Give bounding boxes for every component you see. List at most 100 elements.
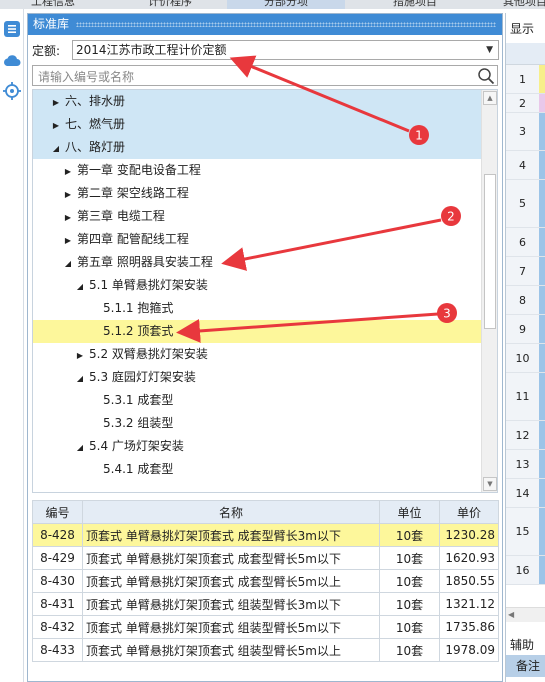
col-header-code[interactable]: 编号: [32, 500, 83, 524]
row-number[interactable]: 1: [506, 65, 539, 94]
row-number[interactable]: 16: [506, 556, 539, 585]
row-number[interactable]: 8: [506, 286, 539, 315]
row-cell[interactable]: [539, 94, 545, 113]
tab-sub-items[interactable]: 分部分项: [227, 0, 345, 9]
row-number[interactable]: 7: [506, 257, 539, 286]
quota-select[interactable]: 2014江苏市政工程计价定额 ▼: [72, 40, 499, 60]
tree-node[interactable]: ◢ 5.3 庭园灯灯架安装: [33, 366, 482, 389]
scroll-thumb[interactable]: [484, 174, 496, 329]
scroll-down-icon[interactable]: ▼: [483, 477, 497, 491]
scroll-up-icon[interactable]: ▲: [483, 91, 497, 105]
expand-arrow-icon[interactable]: ▶: [63, 206, 73, 229]
tree-node[interactable]: ▶ 第二章 架空线路工程: [33, 182, 482, 205]
tree-node[interactable]: ◢ 八、路灯册: [33, 136, 482, 159]
row-number[interactable]: 10: [506, 344, 539, 373]
cell-price: 1321.12: [439, 592, 499, 616]
row-cell[interactable]: [539, 257, 545, 286]
note-tab[interactable]: 备注: [506, 655, 545, 677]
tree-node[interactable]: 5.1.1 抱箍式: [33, 297, 482, 320]
row-number[interactable]: 13: [506, 450, 539, 479]
table-row[interactable]: 8-432 顶套式 单臂悬挑灯架顶套式 组装型臂长5m以下 10套 1735.86: [32, 615, 499, 639]
row-number[interactable]: 2: [506, 94, 539, 113]
aux-label[interactable]: 辅助: [510, 636, 534, 653]
tree-node[interactable]: 5.3.1 成套型: [33, 389, 482, 412]
row-number[interactable]: 6: [506, 228, 539, 257]
row-cell[interactable]: [539, 151, 545, 180]
tree-node[interactable]: 5.1.2 顶套式: [33, 320, 482, 343]
tree-node[interactable]: ◢ 第五章 照明器具安装工程: [33, 251, 482, 274]
locate-icon[interactable]: [2, 81, 21, 100]
tree-scrollbar[interactable]: ▲ ▼: [481, 90, 497, 492]
row-number[interactable]: 15: [506, 508, 539, 556]
col-header-price[interactable]: 单价: [439, 500, 499, 524]
expand-arrow-icon[interactable]: ▶: [51, 114, 61, 137]
collapse-arrow-icon[interactable]: ◢: [75, 367, 85, 390]
table-row[interactable]: 8-431 顶套式 单臂悬挑灯架顶套式 组装型臂长3m以下 10套 1321.12: [32, 592, 499, 616]
table-row[interactable]: 8-433 顶套式 单臂悬挑灯架顶套式 组装型臂长5m以上 10套 1978.09: [32, 638, 499, 662]
col-header-name[interactable]: 名称: [82, 500, 380, 524]
expand-arrow-icon[interactable]: ▶: [63, 229, 73, 252]
row-number[interactable]: 4: [506, 151, 539, 180]
tab-project-info[interactable]: 工程信息: [18, 0, 88, 9]
row-number[interactable]: 14: [506, 479, 539, 508]
grid-header: [506, 43, 545, 65]
row-number[interactable]: 5: [506, 180, 539, 228]
cell-unit: 10套: [379, 523, 440, 547]
row-number[interactable]: 12: [506, 421, 539, 450]
row-number[interactable]: 3: [506, 113, 539, 151]
row-number[interactable]: 9: [506, 315, 539, 344]
row-cell[interactable]: [539, 180, 545, 228]
row-cell[interactable]: [539, 450, 545, 479]
tree-node-label: 5.1.1 抱箍式: [103, 301, 174, 315]
collapse-arrow-icon[interactable]: ◢: [63, 252, 73, 275]
horizontal-scrollbar[interactable]: ◀: [506, 607, 545, 622]
tab-pricing-program[interactable]: 计价程序: [130, 0, 210, 9]
tree-node[interactable]: ▶ 六、排水册: [33, 90, 482, 113]
row-cell[interactable]: [539, 479, 545, 508]
tab-measures[interactable]: 措施项目: [360, 0, 470, 9]
row-cell[interactable]: [539, 508, 545, 556]
expand-arrow-icon[interactable]: ▶: [75, 344, 85, 367]
title-bar-grip[interactable]: [76, 22, 496, 27]
search-placeholder: 请输入编号或名称: [38, 70, 135, 84]
table-row[interactable]: 8-428 顶套式 单臂悬挑灯架顶套式 成套型臂长3m以下 10套 1230.28: [32, 523, 499, 547]
collapse-arrow-icon[interactable]: ◢: [75, 275, 85, 298]
list-icon[interactable]: [2, 19, 21, 38]
tree-node[interactable]: ▶ 第三章 电缆工程: [33, 205, 482, 228]
tree-node[interactable]: ▶ 5.2 双臂悬挑灯架安装: [33, 343, 482, 366]
col-header-unit[interactable]: 单位: [379, 500, 440, 524]
tree-node[interactable]: 5.3.2 组装型: [33, 412, 482, 435]
row-number[interactable]: 11: [506, 373, 539, 421]
row-cell[interactable]: [539, 373, 545, 421]
tree-node[interactable]: ◢ 5.1 单臂悬挑灯架安装: [33, 274, 482, 297]
dropdown-arrow-icon[interactable]: ▼: [486, 41, 493, 59]
tree-node-label: 5.4.1 成套型: [103, 462, 174, 476]
row-cell[interactable]: [539, 315, 545, 344]
quota-select-value: 2014江苏市政工程计价定额: [76, 43, 227, 57]
tree-node[interactable]: 5.4.1 成套型: [33, 458, 482, 481]
tree-node[interactable]: ▶ 七、燃气册: [33, 113, 482, 136]
expand-arrow-icon[interactable]: ▶: [63, 160, 73, 183]
row-cell[interactable]: [539, 286, 545, 315]
collapse-arrow-icon[interactable]: ◢: [75, 436, 85, 459]
row-cell[interactable]: [539, 228, 545, 257]
row-cell[interactable]: [539, 113, 545, 151]
expand-arrow-icon[interactable]: ▶: [63, 183, 73, 206]
display-label[interactable]: 显示: [510, 20, 534, 37]
row-cell[interactable]: [539, 556, 545, 585]
row-cell[interactable]: [539, 65, 545, 94]
tab-other-items[interactable]: 其他项目: [490, 0, 545, 9]
table-row[interactable]: 8-429 顶套式 单臂悬挑灯架顶套式 成套型臂长5m以下 10套 1620.93: [32, 546, 499, 570]
search-input[interactable]: 请输入编号或名称: [32, 65, 498, 86]
expand-arrow-icon[interactable]: ▶: [51, 91, 61, 114]
cell-unit: 10套: [379, 638, 440, 662]
tree-node[interactable]: ◢ 5.4 广场灯架安装: [33, 435, 482, 458]
tree-node[interactable]: ▶ 第一章 变配电设备工程: [33, 159, 482, 182]
cloud-icon[interactable]: [2, 51, 21, 70]
row-cell[interactable]: [539, 421, 545, 450]
search-icon[interactable]: [477, 67, 495, 85]
collapse-arrow-icon[interactable]: ◢: [51, 137, 61, 160]
row-cell[interactable]: [539, 344, 545, 373]
table-row[interactable]: 8-430 顶套式 单臂悬挑灯架顶套式 成套型臂长5m以上 10套 1850.55: [32, 569, 499, 593]
tree-node[interactable]: ▶ 第四章 配管配线工程: [33, 228, 482, 251]
